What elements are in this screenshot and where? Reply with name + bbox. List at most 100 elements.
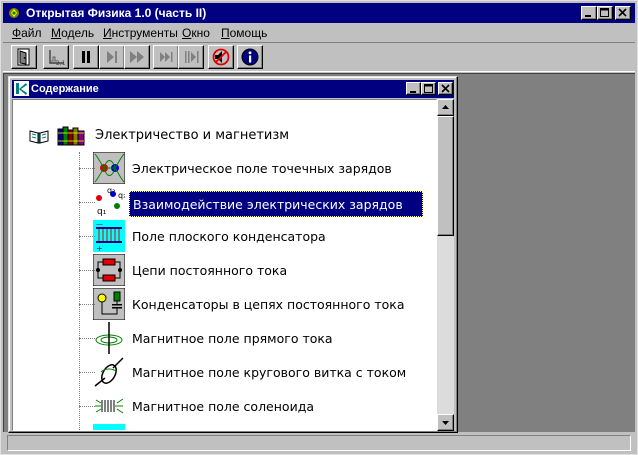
contents-tree: Электричество и магнетизм Электрическое … [12, 99, 437, 431]
minimize-button[interactable] [581, 6, 597, 20]
parallel-currents-icon [93, 424, 125, 430]
menu-model[interactable]: Модель [51, 26, 94, 40]
step-forward-icon [107, 51, 117, 63]
tree-branch [79, 236, 95, 237]
menu-model-label: одель [61, 26, 95, 40]
menu-tools[interactable]: Инструменты [103, 26, 178, 40]
maximize-icon [600, 8, 609, 17]
solenoid-icon [93, 390, 125, 422]
svg-text:q₂: q₂ [107, 186, 115, 195]
arrow-up-icon [442, 105, 449, 109]
sound-off-icon [212, 48, 230, 66]
contents-title-bar[interactable]: Содержание [12, 80, 454, 98]
capacitor-circuit-icon [93, 288, 125, 320]
menu-bar: Файл Модель Инструменты Окно Помощь [3, 24, 635, 42]
scroll-thumb[interactable] [437, 116, 454, 236]
menu-tools-label: нструменты [111, 26, 178, 40]
contents-logo-icon [14, 81, 29, 96]
status-bar [5, 434, 633, 452]
info-button[interactable] [237, 45, 263, 69]
close-icon [441, 84, 450, 93]
open-book-icon[interactable] [29, 128, 49, 144]
menu-help[interactable]: Помощь [221, 26, 267, 40]
menu-file-label: айл [21, 26, 42, 40]
arrow-down-icon [442, 421, 449, 425]
scroll-up-button[interactable] [437, 99, 454, 116]
tree-branch [79, 304, 95, 305]
menu-model-accel: М [51, 26, 62, 40]
svg-text:2,1: 2,1 [56, 60, 65, 66]
info-icon [241, 48, 259, 66]
tree-connector [79, 152, 80, 430]
mdi-workspace: Содержание Электричество и магнетизм Эле… [3, 73, 635, 433]
fast-forward-icon [130, 51, 144, 63]
minimize-icon [585, 15, 591, 17]
tree-item-label: Магнитное поле соленоида [132, 399, 314, 414]
frame-step-button[interactable] [153, 45, 179, 69]
svg-text:—: — [96, 220, 103, 228]
menu-help-accel: П [221, 26, 230, 40]
tree-branch [79, 202, 95, 203]
tree-item[interactable]: Взаимодействие параллельных токов [93, 424, 436, 430]
tree-item[interactable]: Электрическое поле точечных зарядов [93, 152, 436, 186]
status-panel [7, 435, 631, 451]
step-chart-icon: 2,1 [49, 50, 65, 66]
svg-text:q₁: q₁ [97, 207, 107, 217]
tree-item-label: Магнитное поле кругового витка с током [132, 365, 407, 380]
contents-close-button[interactable] [438, 82, 453, 95]
tree-item[interactable]: Магнитное поле кругового витка с током [93, 356, 436, 390]
tree-item[interactable]: q₁ q₂q₃ Взаимодействие электрических заряд… [93, 186, 436, 220]
step-forward-button[interactable] [99, 45, 125, 69]
tree-item[interactable]: Магнитное поле соленоида [93, 390, 436, 424]
tree-item[interactable]: Магнитное поле прямого тока [93, 322, 436, 356]
tree-item[interactable]: Цепи постоянного тока [93, 254, 436, 288]
menu-help-label: омощь [229, 26, 268, 40]
tree-item[interactable]: Конденсаторы в цепях постоянного тока [93, 288, 436, 322]
pause-button[interactable] [73, 45, 99, 69]
contents-minimize-button[interactable] [406, 82, 421, 95]
pause-icon [82, 51, 90, 63]
tree-branch [79, 168, 95, 169]
minimize-icon [410, 91, 416, 93]
exit-door-icon [17, 48, 30, 66]
chart-button[interactable]: 2,1 [43, 45, 69, 69]
tree-item-label: Электрическое поле точечных зарядов [132, 161, 392, 176]
frame-step-end-button[interactable] [178, 45, 204, 69]
contents-maximize-button[interactable] [421, 82, 436, 95]
vertical-scrollbar[interactable] [437, 99, 454, 431]
plate-capacitor-icon: —+ [93, 220, 125, 252]
close-button[interactable] [615, 6, 631, 20]
menu-file-accel: Ф [12, 26, 22, 40]
title-bar[interactable]: Открытая Физика 1.0 (часть II) [3, 3, 635, 23]
tree-branch [79, 372, 95, 373]
menu-window[interactable]: Окно [182, 26, 210, 40]
tree-item-label: Взаимодействие электрических зарядов [129, 191, 423, 217]
sound-toggle-button[interactable] [208, 45, 234, 69]
dc-circuit-icon [93, 254, 125, 286]
charges-interaction-icon: q₁ q₂q₃ [93, 186, 125, 218]
window-title: Открытая Физика 1.0 (часть II) [26, 6, 207, 20]
maximize-icon [424, 84, 433, 93]
tree-item-label: Цепи постоянного тока [132, 263, 288, 278]
straight-current-field-icon [93, 322, 125, 354]
tree-item-label: Конденсаторы в цепях постоянного тока [132, 297, 405, 312]
frame-step-icon [160, 52, 173, 62]
exit-button[interactable] [11, 45, 37, 69]
fast-forward-button[interactable] [124, 45, 150, 69]
menu-window-label: кно [191, 26, 210, 40]
svg-text:+: + [96, 244, 103, 252]
maximize-button[interactable] [597, 6, 613, 20]
main-window: Открытая Физика 1.0 (часть II) Файл Моде… [0, 0, 638, 455]
scroll-down-button[interactable] [437, 414, 454, 431]
frame-step-end-icon [185, 51, 199, 63]
tree-item-label: Магнитное поле прямого тока [132, 331, 333, 346]
current-loop-icon [93, 356, 125, 388]
tree-root-label[interactable]: Электричество и магнетизм [95, 128, 289, 144]
tree-branch [79, 406, 95, 407]
tree-item[interactable]: — + Поле плоского конденсатора [93, 220, 436, 254]
menu-file[interactable]: Файл [12, 26, 42, 40]
tree-branch [79, 270, 95, 271]
tree-branch [79, 338, 95, 339]
point-charges-field-icon [93, 152, 125, 184]
toolbar: 2,1 [3, 42, 635, 72]
